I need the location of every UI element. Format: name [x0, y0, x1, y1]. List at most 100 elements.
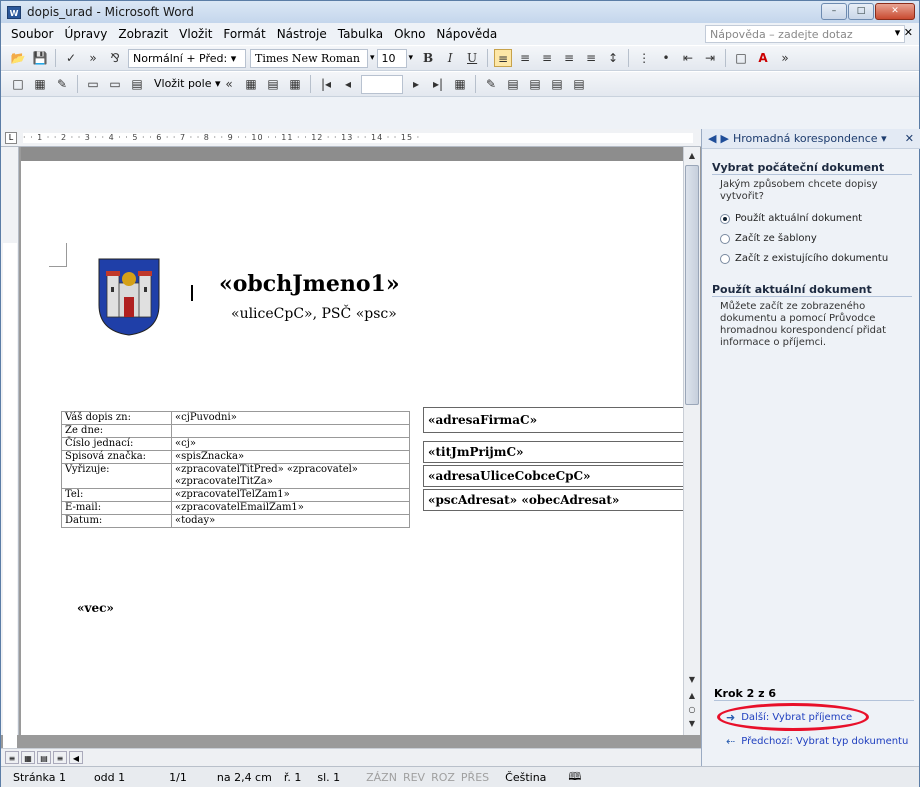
print-layout-icon[interactable]: ▤ [37, 751, 51, 764]
merge-to-fax-icon[interactable]: ▤ [570, 75, 588, 93]
table-value[interactable]: «cj» [171, 437, 410, 451]
table-value[interactable]: «today» [171, 514, 410, 528]
table-value[interactable]: «zpracovatelTelZam1» [171, 488, 410, 502]
scroll-thumb[interactable] [685, 165, 699, 405]
recipient-firm-field[interactable]: «adresaFirmaC» [423, 407, 683, 433]
menu-vlozit[interactable]: Vložit [179, 27, 212, 41]
vertical-ruler[interactable] [1, 147, 19, 755]
radio-icon[interactable] [720, 233, 730, 244]
table-value[interactable] [171, 424, 410, 438]
forward-icon[interactable]: ▶ [720, 132, 728, 145]
reference-table[interactable]: Váš dopis zn: «cjPuvodni» Ze dne: Číslo j… [61, 411, 410, 528]
close-button[interactable]: ✕ [875, 3, 915, 20]
status-extend[interactable]: ROZ [431, 771, 455, 784]
spelling-icon[interactable]: ✓ [62, 49, 80, 67]
previous-step-link[interactable]: ⇠ Předchozí: Vybrat typ dokumentu [726, 735, 908, 748]
insert-merge-fields-icon[interactable]: ▤ [128, 75, 146, 93]
recipient-name-field[interactable]: «titJmPrijmC» [423, 441, 683, 463]
align-center-icon[interactable]: ≡ [516, 49, 534, 67]
status-overtype[interactable]: PŘES [461, 771, 489, 784]
menu-soubor[interactable]: Soubor [11, 27, 53, 41]
increase-indent-icon[interactable]: ⇥ [701, 49, 719, 67]
menu-nastroje[interactable]: Nástroje [277, 27, 327, 41]
save-icon[interactable]: 💾 [31, 49, 49, 67]
spelling-status-icon[interactable]: 🕮 [568, 768, 581, 787]
menu-napoveda[interactable]: Nápověda [436, 27, 497, 41]
menu-upravy[interactable]: Úpravy [64, 27, 107, 41]
previous-page-icon[interactable]: ▲ [685, 689, 699, 703]
next-page-icon[interactable]: ▼ [685, 717, 699, 731]
insert-greeting-icon[interactable]: ▭ [106, 75, 124, 93]
document-page[interactable]: «obchJmeno1» «uliceCpC», PSČ «psc» Váš d… [21, 161, 683, 735]
status-track-changes[interactable]: REV [403, 771, 425, 784]
recipient-street-field[interactable]: «adresaUliceCobceCpC» [423, 465, 683, 487]
select-browse-object-icon[interactable]: ○ [685, 703, 699, 717]
last-record-icon[interactable]: ▸| [429, 75, 447, 93]
previous-record-icon[interactable]: ◂ [339, 75, 357, 93]
scroll-down-icon[interactable]: ▼ [685, 673, 699, 687]
help-search-input[interactable]: Nápověda – zadejte dotaz [705, 25, 905, 43]
horizontal-scrollbar[interactable]: ≡ ▦ ▤ ≡ ◀ [1, 748, 701, 766]
next-record-icon[interactable]: ▸ [407, 75, 425, 93]
task-pane-title[interactable]: Hromadná korespondence ▾ [733, 132, 905, 145]
table-value[interactable]: «spisZnacka» [171, 450, 410, 464]
styles-icon[interactable]: ⅋ [106, 49, 124, 67]
menu-zobrazit[interactable]: Zobrazit [118, 27, 168, 41]
view-merged-data-icon[interactable]: « [220, 75, 238, 93]
insert-field-dropdown[interactable]: Vložit pole ▾ [150, 75, 221, 94]
menu-okno[interactable]: Okno [394, 27, 425, 41]
first-record-icon[interactable]: |◂ [317, 75, 335, 93]
font-dropdown[interactable]: Times New Roman [250, 48, 368, 68]
tab-selector-icon[interactable]: L [5, 132, 17, 144]
table-value[interactable]: «zpracovatelEmailZam1» [171, 501, 410, 515]
table-value[interactable]: «zpracovatelTitZa» [171, 476, 410, 489]
menu-tabulka[interactable]: Tabulka [338, 27, 383, 41]
toolbar-options-icon[interactable]: » [776, 49, 794, 67]
record-number-input[interactable] [361, 74, 403, 94]
check-errors-icon[interactable]: ✎ [482, 75, 500, 93]
decrease-indent-icon[interactable]: ⇤ [679, 49, 697, 67]
open-data-source-icon[interactable]: ▦ [31, 75, 49, 93]
underline-button[interactable]: U [463, 49, 481, 67]
status-record-mode[interactable]: ZÁZN [366, 771, 397, 784]
radio-existing-document[interactable]: Začít z existujícího dokumentu [720, 253, 888, 264]
borders-icon[interactable]: □ [732, 49, 750, 67]
document-close-icon[interactable]: ▾ ✕ [895, 26, 913, 39]
table-value[interactable]: «zpracovatelTitPred» «zpracovatel» [171, 463, 410, 476]
task-pane-close-icon[interactable]: ✕ [905, 132, 914, 145]
outline-view-icon[interactable]: ≡ [53, 751, 67, 764]
line-spacing-icon[interactable]: ↕ [604, 49, 622, 67]
subject-field[interactable]: «vec» [77, 601, 114, 615]
insert-address-block-icon[interactable]: ▭ [84, 75, 102, 93]
web-view-icon[interactable]: ▦ [21, 751, 35, 764]
distributed-icon[interactable]: ≡ [582, 49, 600, 67]
find-entry-icon[interactable]: ▦ [451, 75, 469, 93]
align-right-icon[interactable]: ≡ [538, 49, 556, 67]
more-buttons-icon[interactable]: » [84, 49, 102, 67]
merge-to-printer-icon[interactable]: ▤ [526, 75, 544, 93]
merge-to-new-document-icon[interactable]: ▤ [504, 75, 522, 93]
previous-step-label[interactable]: Předchozí: Vybrat typ dokumentu [741, 736, 908, 747]
style-dropdown[interactable]: Normální + Před: ▾ [128, 48, 246, 68]
normal-view-icon[interactable]: ≡ [5, 751, 19, 764]
match-fields-icon[interactable]: ▤ [264, 75, 282, 93]
word-app-icon[interactable]: W [7, 5, 21, 19]
font-color-icon[interactable]: A [754, 49, 772, 67]
horizontal-ruler[interactable]: L · · 1 · · 2 · · 3 · · 4 · · 5 · · 6 · … [1, 129, 701, 147]
main-document-setup-icon[interactable]: □ [9, 75, 27, 93]
scroll-left-icon[interactable]: ◀ [69, 751, 83, 764]
align-left-icon[interactable]: ≡ [494, 49, 513, 67]
maximize-button[interactable]: □ [848, 3, 874, 20]
radio-from-template[interactable]: Začít ze šablony [720, 233, 817, 244]
minimize-button[interactable]: – [821, 3, 847, 20]
justify-icon[interactable]: ≡ [560, 49, 578, 67]
size-dropdown-arrow[interactable]: ▾ [409, 53, 414, 63]
merge-to-email-icon[interactable]: ▤ [548, 75, 566, 93]
bullets-icon[interactable]: • [657, 49, 675, 67]
company-name-field[interactable]: «obchJmeno1» [219, 271, 400, 297]
bold-button[interactable]: B [419, 49, 437, 67]
menu-format[interactable]: Formát [223, 27, 265, 41]
radio-selected-icon[interactable] [720, 213, 730, 224]
recipient-city-field[interactable]: «pscAdresat» «obecAdresat» [423, 489, 683, 511]
vertical-scrollbar[interactable]: ▲ ▼ ▲ ○ ▼ [683, 147, 700, 735]
